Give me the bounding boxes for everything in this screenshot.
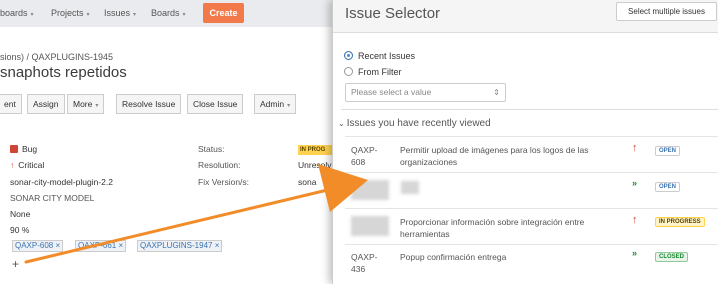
- chevron-down-icon: ▾: [287, 103, 291, 109]
- status-label: Status:: [198, 144, 225, 154]
- dialog-header: Issue Selector Select multiple issues: [333, 0, 718, 33]
- filter-select[interactable]: Please select a value ⇕: [345, 83, 506, 102]
- status-badge: OPEN: [655, 182, 681, 192]
- close-issue-button[interactable]: Close Issue: [187, 94, 244, 114]
- fixversion-value[interactable]: sona: [298, 177, 316, 187]
- chevron-double-down-icon: »: [632, 178, 638, 188]
- issue-summary: Popup confirmación entrega: [400, 252, 507, 262]
- assign-button[interactable]: Assign: [27, 94, 65, 114]
- nav-issues[interactable]: Issues ▾: [104, 8, 136, 18]
- arrow-up-icon: ↑: [10, 160, 15, 170]
- create-button[interactable]: Create: [203, 3, 244, 23]
- blurred-summary: [401, 181, 419, 194]
- select-arrows-icon: ⇕: [493, 88, 500, 97]
- issue-key[interactable]: QAXP- 608: [351, 144, 377, 168]
- issue-priority: ↑ Critical: [10, 160, 45, 170]
- nav-boards[interactable]: Boards ▾: [151, 8, 186, 18]
- chevron-down-icon: ▾: [95, 103, 99, 109]
- divider: [341, 109, 718, 110]
- percent-value: 90 %: [10, 225, 30, 235]
- breadcrumb[interactable]: sions) / QAXPLUGINS-1945: [0, 52, 113, 62]
- resolution-label: Resolution:: [198, 160, 241, 170]
- status-badge: IN PROG: [298, 145, 336, 155]
- status-badge: OPEN: [655, 146, 681, 156]
- chevron-down-icon: ▾: [133, 12, 137, 18]
- recent-issues-label[interactable]: Recent Issues: [358, 51, 415, 61]
- nav-projects[interactable]: Projects ▾: [51, 8, 90, 18]
- issue-type: Bug: [10, 144, 37, 154]
- resolve-issue-button[interactable]: Resolve Issue: [116, 94, 182, 114]
- dialog-title: Issue Selector: [345, 5, 441, 22]
- recent-section-title[interactable]: ⌄ Issues you have recently viewed: [338, 118, 491, 129]
- issue-summary: Permitir upload de imágenes para los log…: [400, 145, 589, 167]
- edit-button[interactable]: ent: [0, 94, 22, 114]
- issue-selector-dialog: Issue Selector Select multiple issues Re…: [332, 0, 718, 284]
- issue-row[interactable]: Proporcionar información sobre integraci…: [345, 208, 718, 244]
- bug-icon: [10, 145, 18, 153]
- issue-row[interactable]: QAXP- 436 Popup confirmación entrega » CL…: [345, 244, 718, 284]
- recent-issues-radio[interactable]: [344, 51, 353, 60]
- status-badge: IN PROGRESS: [655, 217, 705, 227]
- admin-button[interactable]: Admin ▾: [254, 94, 297, 114]
- chevron-down-icon: ▾: [30, 12, 34, 18]
- status-badge: CLOSED: [655, 252, 689, 262]
- chevron-down-icon: ▾: [86, 12, 90, 18]
- chevron-down-icon: ⌄: [338, 119, 345, 128]
- arrow-up-icon: ↑: [632, 142, 638, 154]
- issue-row[interactable]: » OPEN: [345, 172, 718, 208]
- blurred-issue-key: [351, 180, 389, 200]
- select-multiple-issues-button[interactable]: Select multiple issues: [616, 2, 717, 21]
- issue-key[interactable]: QAXP- 436: [351, 251, 377, 275]
- add-link-icon[interactable]: +: [12, 257, 19, 271]
- issue-summary-title: snaphots repetidos: [0, 64, 127, 81]
- model-value: SONAR CITY MODEL: [10, 193, 95, 203]
- blurred-issue-key: [351, 216, 389, 236]
- arrow-up-icon: ↑: [632, 214, 638, 226]
- from-filter-radio[interactable]: [344, 67, 353, 76]
- component-value: sonar-city-model-plugin-2.2: [10, 177, 113, 187]
- screenshot-stage: boards ▾ Projects ▾ Issues ▾ Boards ▾ Create…: [0, 0, 718, 284]
- linked-issue-tag[interactable]: QAXP-661 ×: [75, 240, 127, 252]
- linked-issue-tag[interactable]: QAXP-608 ×: [12, 240, 64, 252]
- none-value: None: [10, 209, 31, 219]
- nav-dashboards[interactable]: boards ▾: [0, 8, 34, 18]
- issue-summary: Proporcionar información sobre integraci…: [400, 217, 585, 239]
- linked-issue-tag[interactable]: QAXPLUGINS-1947 ×: [137, 240, 223, 252]
- from-filter-label[interactable]: From Filter: [358, 67, 402, 77]
- issue-row[interactable]: QAXP- 608 Permitir upload de imágenes par…: [345, 136, 718, 172]
- chevron-down-icon: ▾: [182, 12, 186, 18]
- fixversion-label: Fix Version/s:: [198, 177, 250, 187]
- more-button[interactable]: More ▾: [67, 94, 105, 114]
- chevron-double-down-icon: »: [632, 248, 638, 258]
- resolution-value: Unresolv: [298, 160, 332, 170]
